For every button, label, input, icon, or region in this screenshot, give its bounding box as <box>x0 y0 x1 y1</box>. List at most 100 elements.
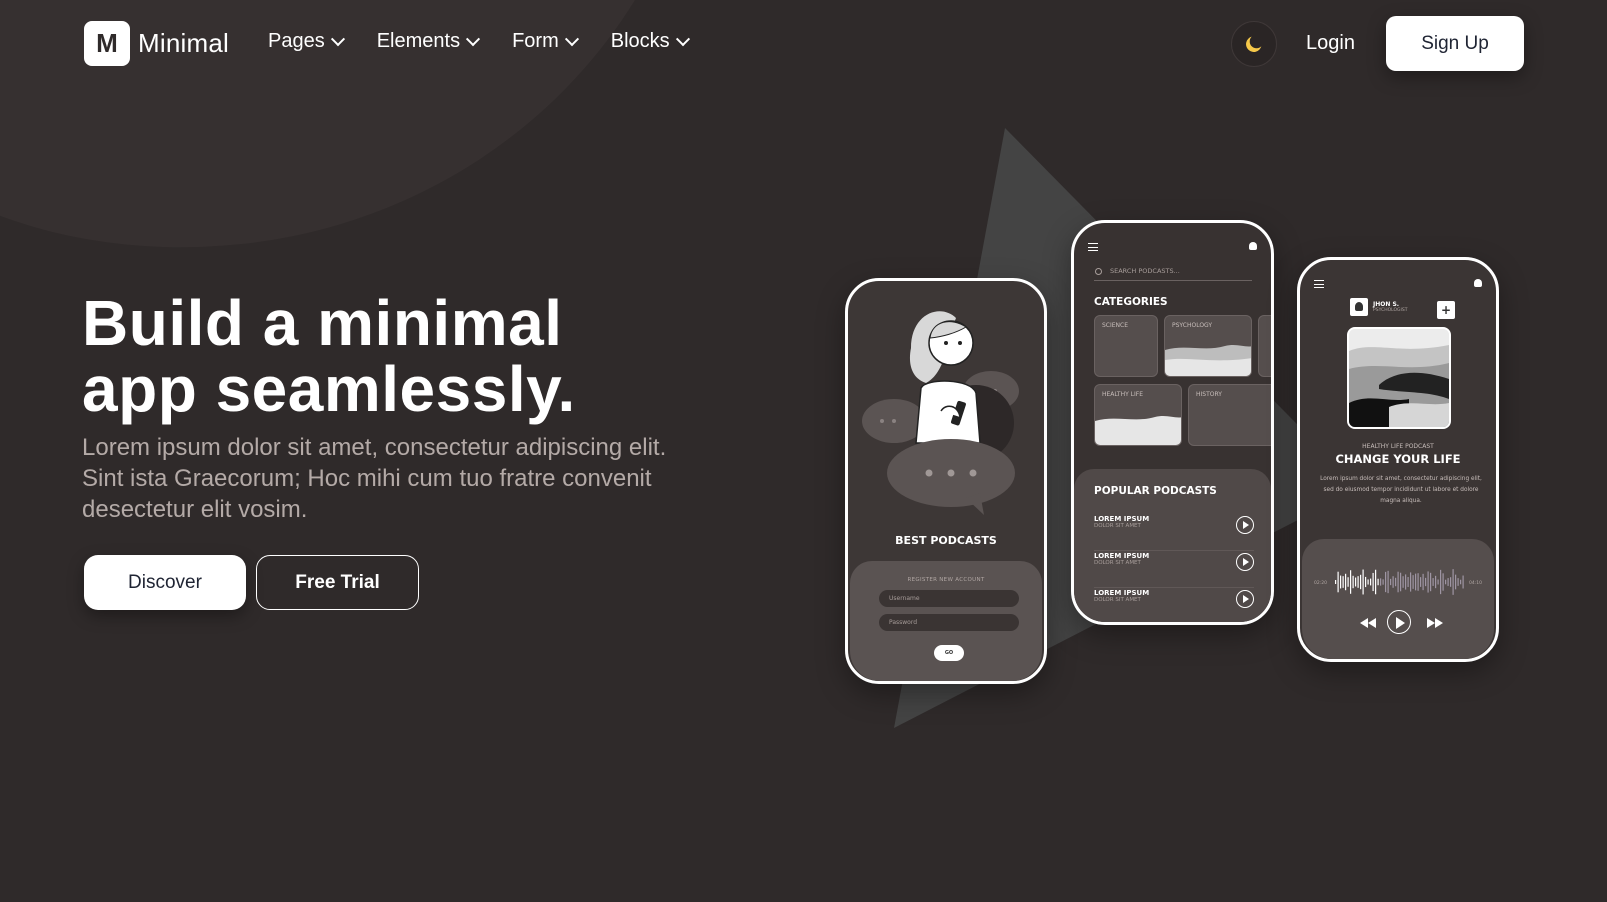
author-role: PSYCHOLOGIST <box>1373 308 1408 313</box>
go-button[interactable]: GO <box>934 645 964 661</box>
waveform-bar <box>1420 577 1422 587</box>
category-label: HEALTHY LIFE <box>1102 391 1144 398</box>
podcast-search-input[interactable]: SEARCH PODCASTS... <box>1094 267 1252 281</box>
waveform-bar <box>1422 573 1424 591</box>
play-icon[interactable] <box>1236 590 1254 608</box>
category-card-science[interactable]: SCIENCE <box>1094 315 1158 377</box>
brand-logo[interactable]: M Minimal <box>84 21 229 66</box>
podcast-title: LOREM IPSUM <box>1094 589 1150 597</box>
waveform-bar <box>1342 576 1344 588</box>
search-icon <box>1095 268 1102 275</box>
menu-item-label: Elements <box>376 30 461 52</box>
waveform-bar <box>1362 569 1364 595</box>
waveform-bar <box>1392 576 1394 588</box>
headphones-icon <box>1474 279 1482 287</box>
waveform-bar <box>1455 574 1457 590</box>
play-icon[interactable] <box>1236 553 1254 571</box>
author-avatar <box>1350 298 1368 316</box>
hero-title-line2: app seamlessly. <box>82 353 576 425</box>
category-card-history[interactable]: HISTORY <box>1188 384 1271 446</box>
chevron-down-icon <box>330 31 345 46</box>
podcast-cover-image <box>1347 327 1451 429</box>
waveform-bar <box>1340 575 1342 589</box>
category-card-psychology[interactable]: PSYCHOLOGY <box>1164 315 1252 377</box>
waveform-bar <box>1432 578 1434 586</box>
phone1-title: BEST PODCASTS <box>895 534 997 547</box>
author-name: JHON S. <box>1373 301 1400 308</box>
brand-name: Minimal <box>138 28 229 58</box>
waveform-bar <box>1445 579 1447 585</box>
audio-player: 02:20 04:10 <box>1302 539 1494 659</box>
waveform-bar <box>1385 571 1387 593</box>
menu-item-form[interactable]: Form <box>512 30 579 53</box>
waveform-bar <box>1377 578 1379 586</box>
podcast-row[interactable]: LOREM IPSUM DOLOR SIT AMET <box>1094 552 1254 588</box>
register-title: REGISTER NEW ACCOUNT <box>907 577 985 583</box>
waveform-bar <box>1435 575 1437 589</box>
waveform-bar <box>1412 575 1414 589</box>
waveform-bar <box>1415 573 1417 591</box>
menu-item-elements[interactable]: Elements <box>376 30 481 53</box>
waveform-bar <box>1360 574 1362 590</box>
headphones-icon <box>1249 242 1257 250</box>
play-pause-button[interactable] <box>1387 610 1411 634</box>
waveform-bar <box>1390 578 1392 586</box>
category-card-healthy-life[interactable]: HEALTHY LIFE <box>1094 384 1182 446</box>
audio-waveform[interactable] <box>1335 562 1465 602</box>
waveform-bar <box>1380 578 1382 586</box>
hero-title: Build a minimal app seamlessly. <box>82 290 682 422</box>
podcast-subtitle: DOLOR SIT AMET <box>1094 560 1141 566</box>
waveform-bar <box>1350 570 1352 594</box>
waveform-bar <box>1427 571 1429 593</box>
podcast-subtitle: DOLOR SIT AMET <box>1094 597 1141 603</box>
waveform-bar <box>1430 572 1432 592</box>
category-label: SCIENCE <box>1102 322 1129 329</box>
main-menu: Pages Elements Form Blocks <box>268 30 722 53</box>
username-field[interactable]: Username <box>879 590 1019 607</box>
landscape-image <box>1349 329 1449 427</box>
waveform-bar <box>1440 569 1442 595</box>
podcast-row[interactable]: LOREM IPSUM DOLOR SIT AMET <box>1094 515 1254 551</box>
hamburger-menu-icon[interactable] <box>1314 280 1324 288</box>
waveform-bar <box>1372 572 1374 592</box>
waveform-bar <box>1357 576 1359 588</box>
free-trial-button[interactable]: Free Trial <box>256 555 419 610</box>
menu-item-blocks[interactable]: Blocks <box>611 30 690 53</box>
rewind-icon[interactable] <box>1360 618 1376 628</box>
menu-item-pages[interactable]: Pages <box>268 30 345 53</box>
chevron-down-icon <box>466 31 481 46</box>
categories-title: CATEGORIES <box>1094 296 1168 308</box>
waveform-bar <box>1402 576 1404 588</box>
theme-toggle-button[interactable] <box>1231 21 1277 67</box>
follow-plus-button[interactable]: + <box>1437 301 1455 319</box>
play-icon[interactable] <box>1236 516 1254 534</box>
waveform-bar <box>1395 577 1397 587</box>
waveform-bar <box>1405 574 1407 590</box>
moon-icon <box>1246 36 1262 52</box>
hero-subtitle: Lorem ipsum dolor sit amet, consectetur … <box>82 434 667 523</box>
waveform-bar <box>1410 572 1412 592</box>
hamburger-menu-icon[interactable] <box>1088 243 1098 251</box>
popular-podcasts-panel: POPULAR PODCASTS LOREM IPSUM DOLOR SIT A… <box>1074 469 1271 622</box>
waveform-bar <box>1382 579 1384 585</box>
password-field[interactable]: Password <box>879 614 1019 631</box>
chevron-down-icon <box>564 31 579 46</box>
podcast-row[interactable]: LOREM IPSUM DOLOR SIT AMET <box>1094 589 1254 622</box>
waveform-bar <box>1462 575 1464 589</box>
discover-button[interactable]: Discover <box>84 555 246 610</box>
waveform-bar <box>1397 571 1399 593</box>
waveform-bar <box>1452 569 1454 595</box>
signup-button[interactable]: Sign Up <box>1386 16 1524 71</box>
landscape-image <box>1165 345 1251 376</box>
waveform-bar <box>1407 577 1409 587</box>
category-card-more[interactable] <box>1258 315 1271 377</box>
waveform-bar <box>1447 578 1449 586</box>
waveform-bar <box>1442 573 1444 591</box>
waveform-bar <box>1460 579 1462 585</box>
login-link[interactable]: Login <box>1306 32 1355 55</box>
waveform-bar <box>1417 573 1419 591</box>
waveform-bar <box>1450 577 1452 587</box>
register-panel: REGISTER NEW ACCOUNT Username Password G… <box>850 561 1042 681</box>
fast-forward-icon[interactable] <box>1427 618 1443 628</box>
waveform-bar <box>1370 578 1372 586</box>
